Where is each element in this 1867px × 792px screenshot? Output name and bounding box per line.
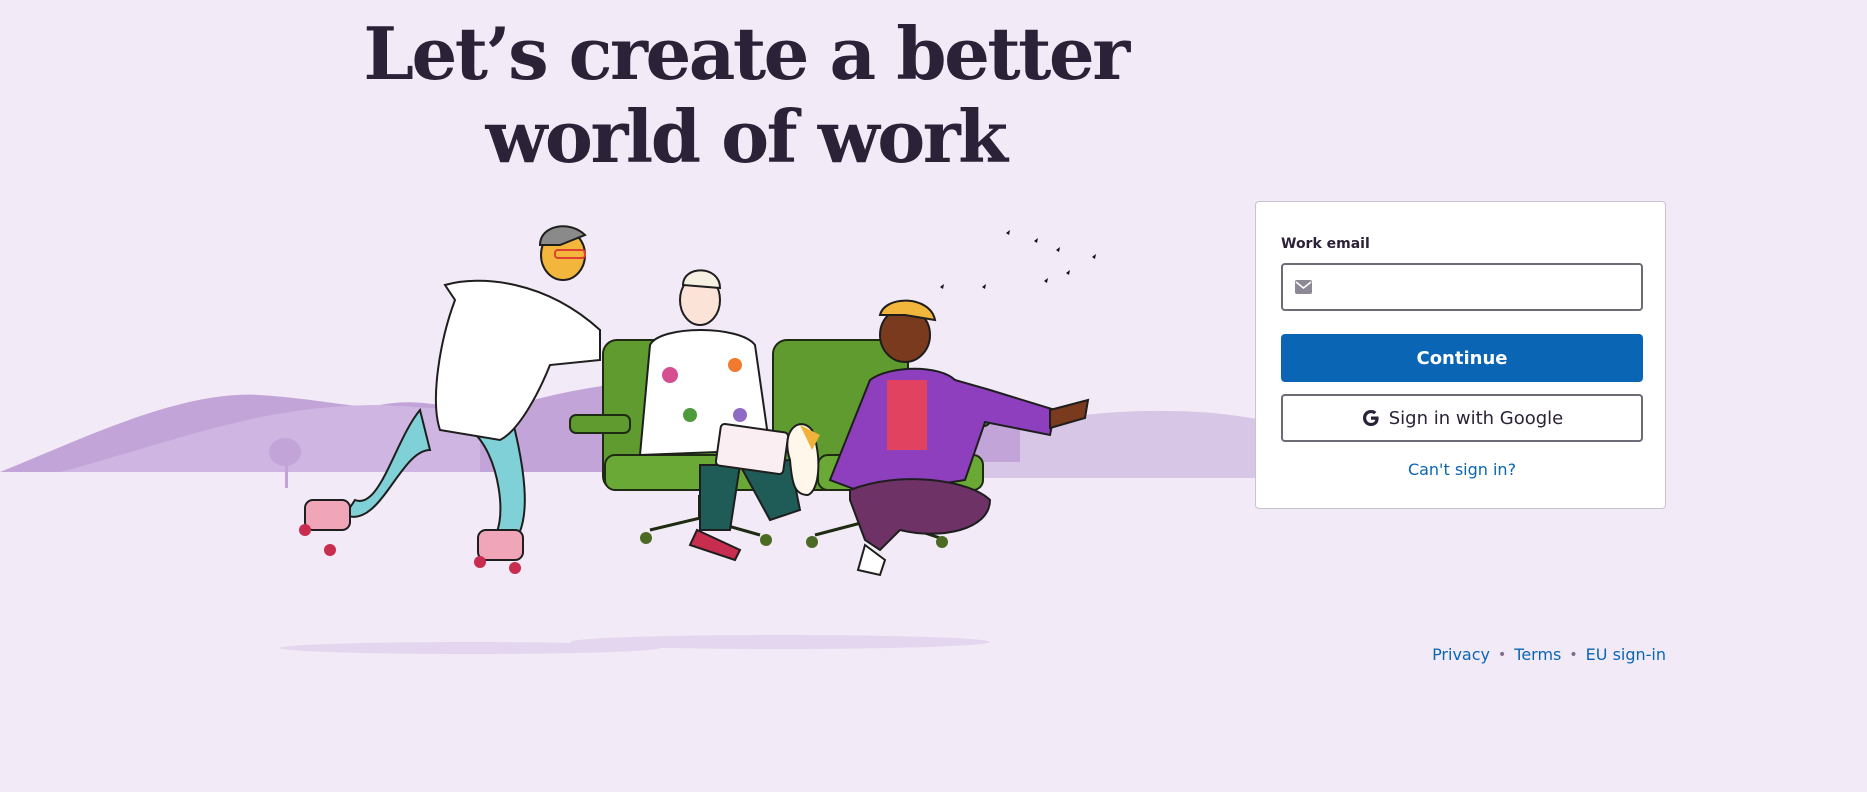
terms-link[interactable]: Terms [1514,645,1561,664]
headline-line-2: world of work [485,94,1008,179]
google-g-icon [1362,410,1379,426]
eu-signin-link[interactable]: EU sign-in [1586,645,1666,664]
page-title: Let’s create a better world of work [340,12,1151,178]
email-input[interactable] [1323,265,1639,311]
hero-illustration [0,225,1445,654]
login-page: Let’s create a better world of work Work… [0,0,1867,792]
email-label: Work email [1281,236,1370,252]
google-signin-label: Sign in with Google [1388,407,1564,429]
footer-links: Privacy • Terms • EU sign-in [1432,645,1666,664]
headline-line-1: Let’s create a better [363,11,1130,96]
footer-separator: • [1569,646,1578,663]
cant-sign-in-link[interactable]: Can't sign in? [1281,460,1643,479]
email-field[interactable] [1281,263,1643,311]
floor-shadow-2 [570,635,990,649]
mail-icon [1295,280,1312,294]
login-card: Work email Continue Sign in with Google … [1255,201,1666,509]
privacy-link[interactable]: Privacy [1432,645,1490,664]
google-signin-button[interactable]: Sign in with Google [1281,394,1643,442]
tree-left-trunk [285,458,288,488]
continue-button[interactable]: Continue [1281,334,1643,382]
birds [940,230,1096,289]
footer-separator: • [1498,646,1507,663]
